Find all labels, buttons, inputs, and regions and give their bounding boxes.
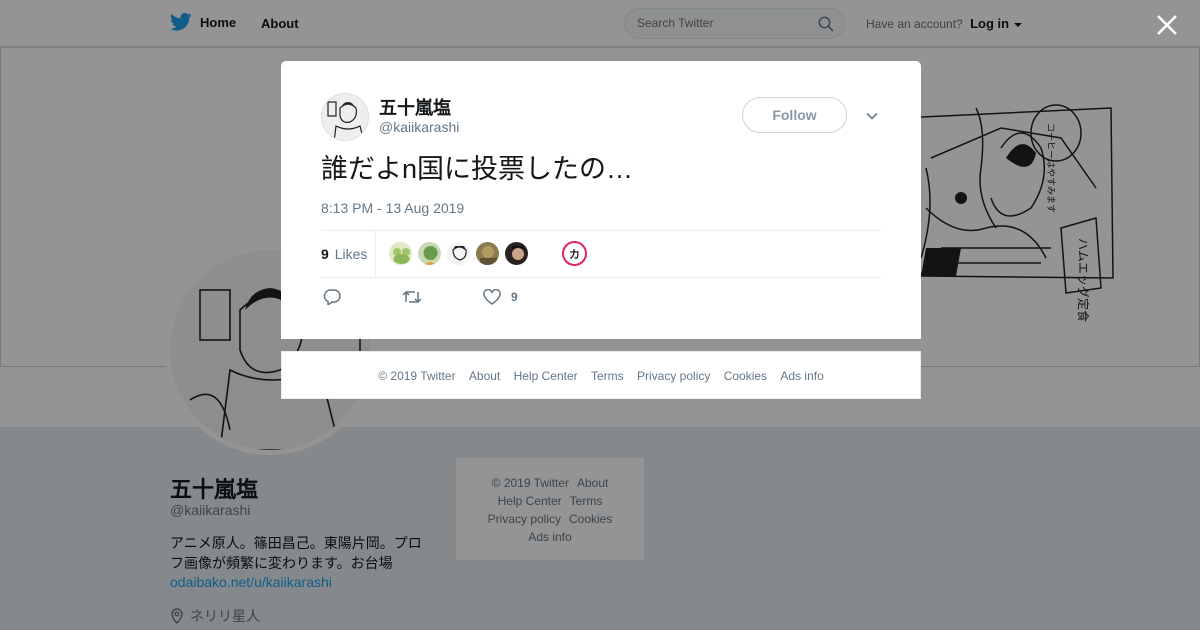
footer-about[interactable]: About	[469, 369, 500, 383]
tweet-modal: 五十嵐塩 @kaiikarashi Follow 誰だよn国に投票したの… 8:…	[281, 61, 921, 339]
follow-button[interactable]: Follow	[742, 97, 847, 133]
reply-icon	[323, 289, 341, 305]
tweet-actions: 9	[321, 289, 621, 309]
like-action-count: 9	[511, 290, 518, 304]
tweet-author-name[interactable]: 五十嵐塩	[379, 94, 451, 120]
liker-avatar[interactable]: カ	[562, 241, 587, 266]
tweet-author-handle[interactable]: @kaiikarashi	[379, 119, 459, 135]
footer-privacy-policy[interactable]: Privacy policy	[637, 369, 710, 383]
tweet-author-avatar-illustration	[322, 94, 368, 140]
footer-copyright: © 2019 Twitter	[378, 369, 456, 383]
likes-stat[interactable]: 9 Likes	[321, 246, 367, 262]
likes-count: 9	[321, 246, 329, 262]
liker-avatar-brown	[476, 242, 499, 265]
footer-terms[interactable]: Terms	[591, 369, 624, 383]
retweet-icon	[402, 290, 422, 304]
modal-footer: © 2019 Twitter About Help Center Terms P…	[281, 351, 921, 399]
chevron-down-icon[interactable]	[865, 109, 879, 123]
reply-button[interactable]	[323, 289, 341, 305]
liker-avatar[interactable]	[417, 241, 442, 266]
liker-avatar[interactable]	[504, 241, 529, 266]
liker-avatar-sketch	[447, 242, 470, 265]
tweet-text: 誰だよn国に投票したの…	[321, 154, 634, 184]
liker-avatar-green	[418, 242, 441, 265]
tweet-stats: 9 Likes カ	[321, 230, 881, 278]
likes-label: Likes	[334, 246, 368, 262]
footer-ads-info[interactable]: Ads info	[780, 369, 823, 383]
retweet-button[interactable]	[402, 289, 422, 305]
tweet-timestamp[interactable]: 8:13 PM - 13 Aug 2019	[321, 200, 464, 216]
liker-avatar[interactable]	[446, 241, 471, 266]
liker-avatar[interactable]	[475, 241, 500, 266]
footer-help-center[interactable]: Help Center	[514, 369, 578, 383]
heart-icon	[483, 289, 501, 305]
liker-avatar-dark	[505, 242, 528, 265]
liker-avatar-frog	[389, 242, 412, 265]
close-icon[interactable]	[1155, 13, 1179, 37]
footer-cookies[interactable]: Cookies	[724, 369, 767, 383]
stats-divider	[375, 231, 376, 277]
tweet-author-avatar[interactable]	[321, 93, 369, 141]
liker-avatar[interactable]	[388, 241, 413, 266]
liker-badge: カ	[569, 248, 580, 261]
like-button[interactable]: 9	[483, 289, 518, 305]
